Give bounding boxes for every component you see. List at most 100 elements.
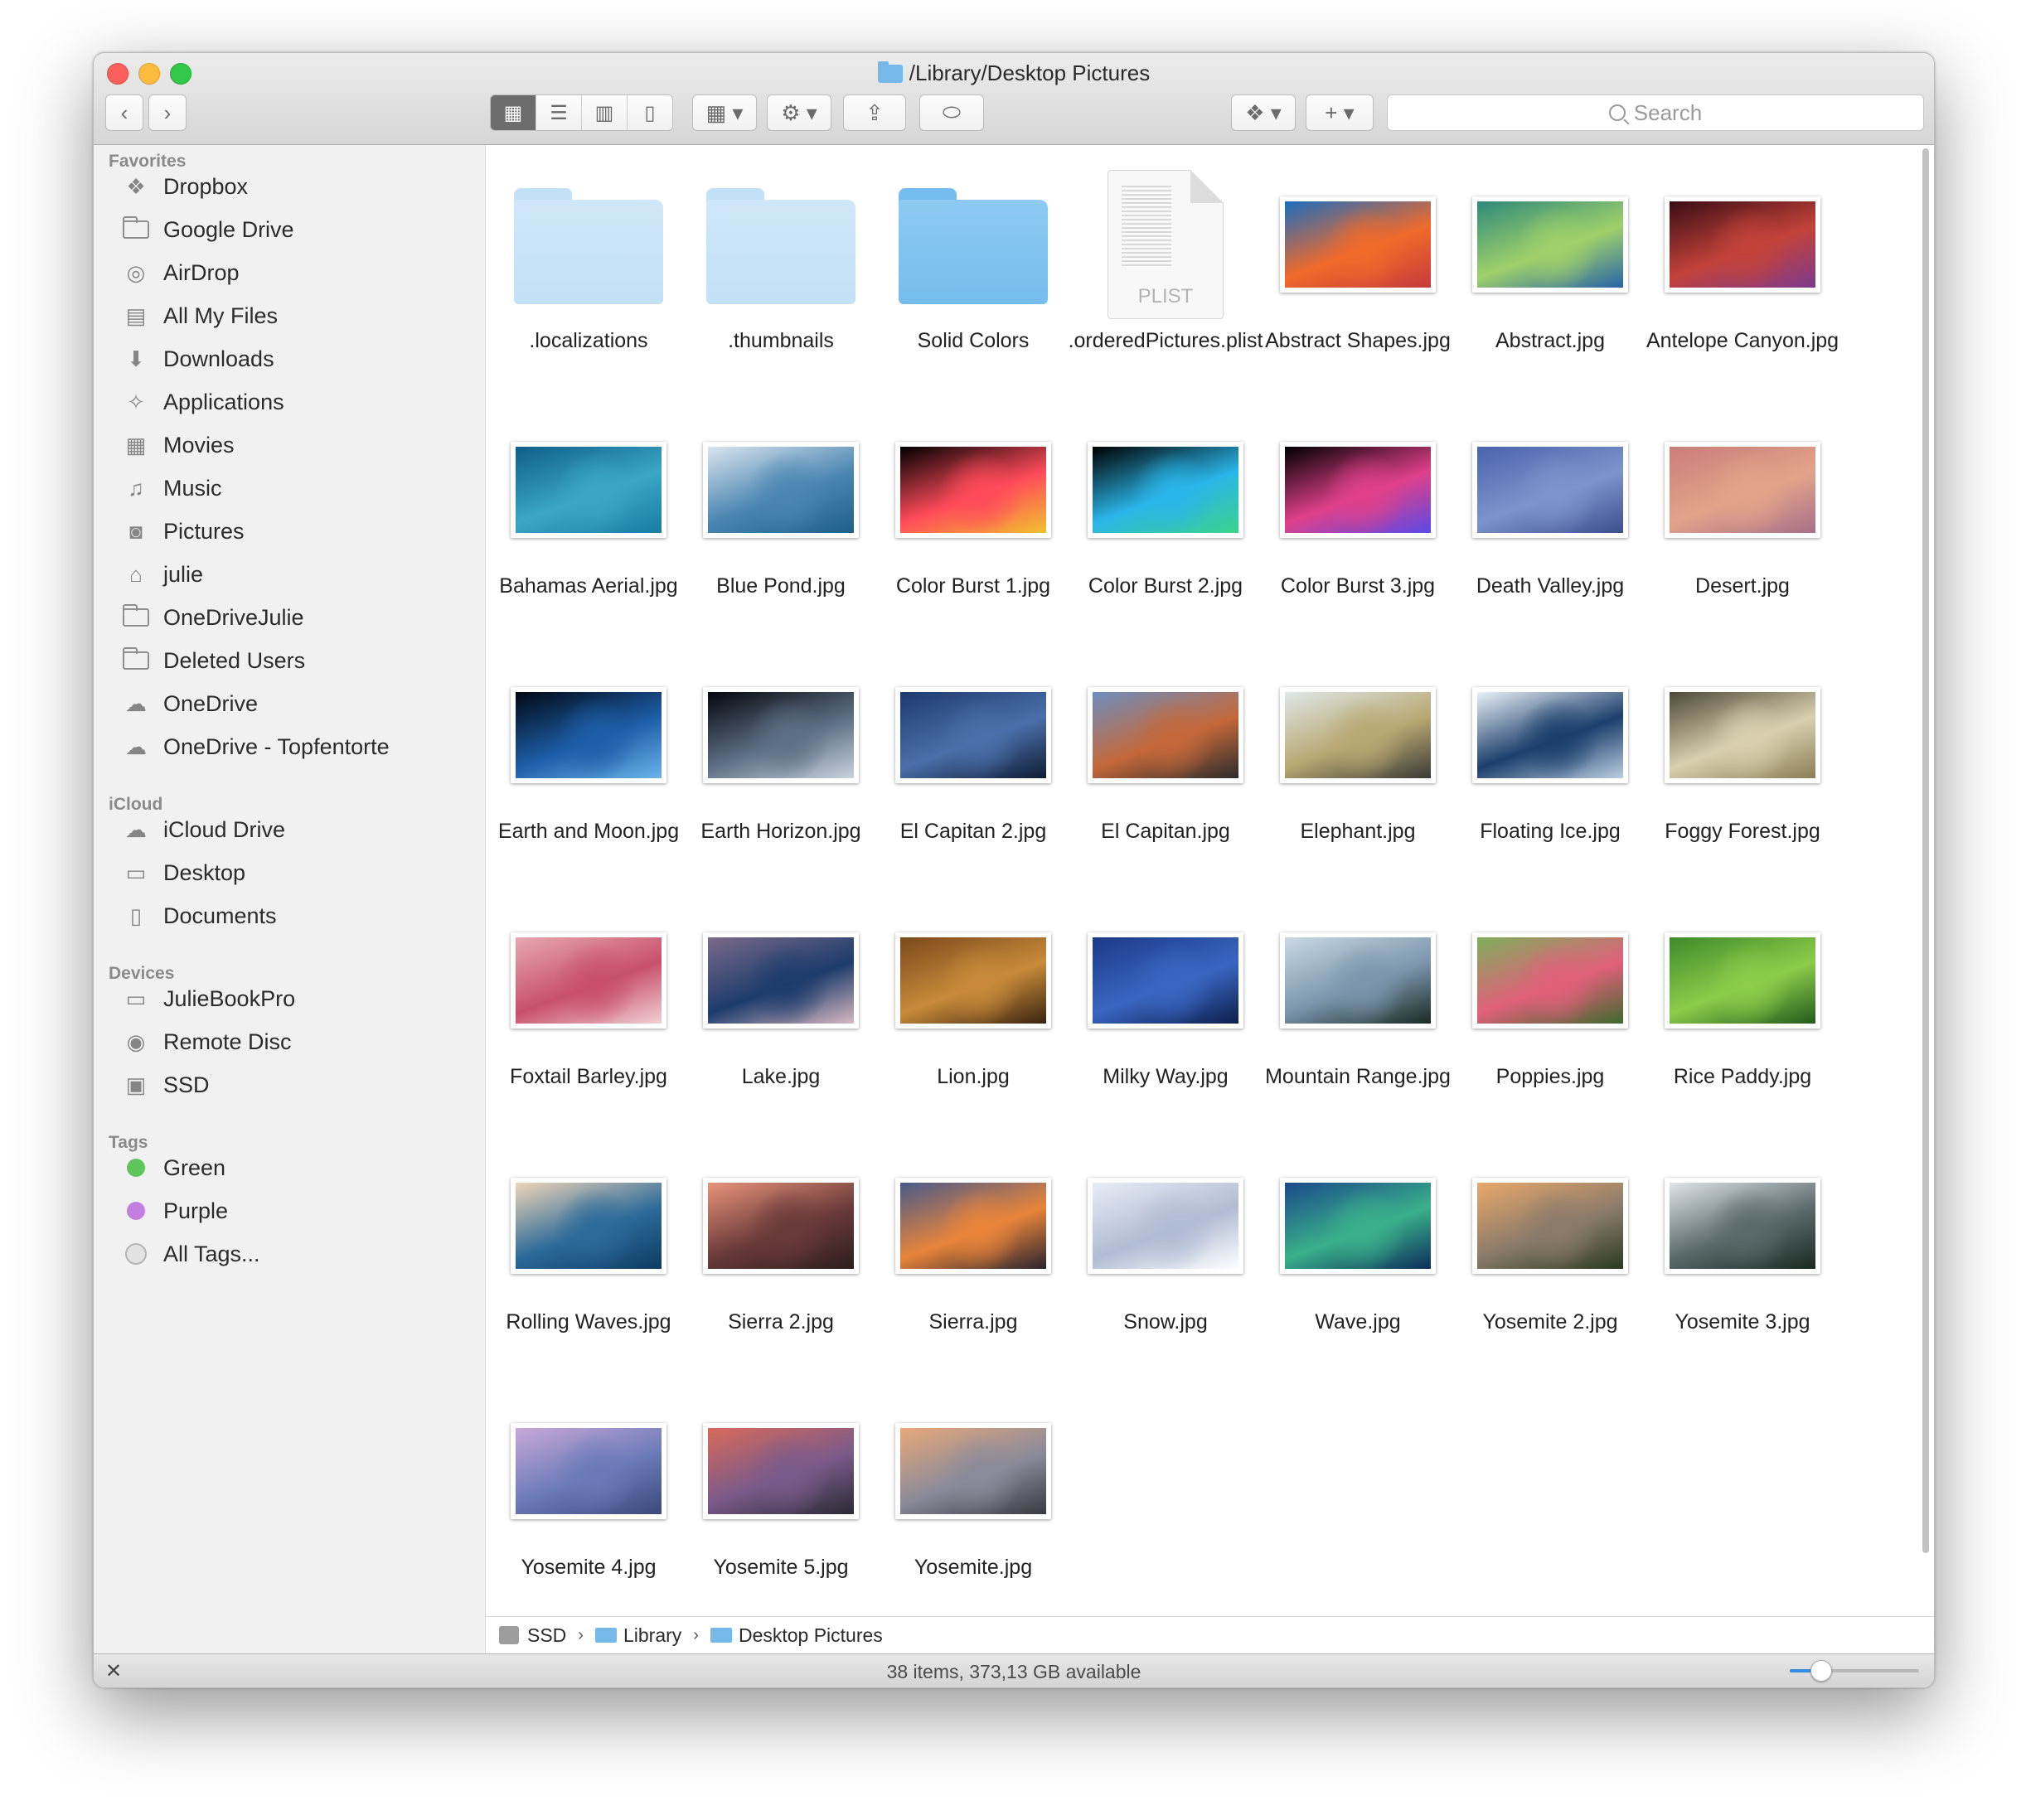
- file-name-label: Bahamas Aerial.jpg: [499, 574, 678, 598]
- document-icon: ▯: [129, 903, 143, 928]
- image-thumbnail: [1665, 442, 1820, 538]
- image-file-item[interactable]: Color Burst 1.jpg: [877, 415, 1069, 631]
- sidebar-item-dropbox[interactable]: ❖ Dropbox: [122, 170, 248, 203]
- image-file-item[interactable]: Snow.jpg: [1069, 1151, 1262, 1367]
- folder-outline-icon: [123, 216, 149, 239]
- image-file-item[interactable]: Wave.jpg: [1262, 1151, 1454, 1367]
- sidebar-item-icloud-drive[interactable]: ☁ iCloud Drive: [122, 813, 285, 846]
- sidebar-item-onedrivejulie[interactable]: OneDriveJulie: [122, 601, 304, 634]
- image-file-item[interactable]: Bahamas Aerial.jpg: [492, 415, 685, 631]
- tag-dot-icon: [125, 1243, 147, 1265]
- sidebar-item-purple[interactable]: Purple: [122, 1194, 228, 1227]
- image-file-item[interactable]: Yosemite 5.jpg: [685, 1396, 877, 1612]
- sidebar-item-all-tags[interactable]: All Tags...: [122, 1237, 260, 1271]
- sidebar-item-julie[interactable]: ⌂ julie: [122, 558, 203, 591]
- tags-button[interactable]: ⬭: [919, 94, 984, 131]
- sidebar-section-header: Tags: [109, 1133, 148, 1152]
- image-file-item[interactable]: Abstract.jpg: [1454, 170, 1646, 385]
- image-file-item[interactable]: Mountain Range.jpg: [1262, 906, 1454, 1121]
- icon-size-slider[interactable]: [1790, 1660, 1919, 1682]
- sidebar-item-label: Dropbox: [163, 173, 249, 199]
- tag-dot-icon: [127, 1202, 145, 1220]
- image-file-item[interactable]: El Capitan 2.jpg: [877, 661, 1069, 876]
- file-name-label: Death Valley.jpg: [1476, 574, 1625, 598]
- sidebar-item-documents[interactable]: ▯ Documents: [122, 899, 277, 932]
- file-name-label: Antelope Canyon.jpg: [1646, 329, 1839, 352]
- image-file-item[interactable]: Yosemite 2.jpg: [1454, 1151, 1646, 1367]
- file-name-label: Mountain Range.jpg: [1265, 1065, 1451, 1088]
- image-file-item[interactable]: Yosemite.jpg: [877, 1396, 1069, 1612]
- path-item[interactable]: SSD: [499, 1624, 566, 1647]
- image-file-item[interactable]: Earth Horizon.jpg: [685, 661, 877, 876]
- columns-icon: ▥: [594, 101, 614, 124]
- sidebar-item-remote-disc[interactable]: ◉ Remote Disc: [122, 1025, 292, 1058]
- image-file-item[interactable]: Antelope Canyon.jpg: [1646, 170, 1839, 385]
- image-file-item[interactable]: Desert.jpg: [1646, 415, 1839, 631]
- image-file-item[interactable]: Earth and Moon.jpg: [492, 661, 685, 876]
- search-field[interactable]: Search: [1387, 94, 1924, 131]
- file-name-label: Yosemite 3.jpg: [1675, 1310, 1810, 1334]
- back-button[interactable]: ‹: [105, 94, 143, 131]
- folder-item[interactable]: Solid Colors: [877, 170, 1069, 385]
- image-file-item[interactable]: Yosemite 4.jpg: [492, 1396, 685, 1612]
- sidebar-item-desktop[interactable]: ▭ Desktop: [122, 856, 245, 889]
- image-thumbnail: [1088, 932, 1243, 1029]
- new-item-button[interactable]: + ▾: [1306, 94, 1374, 131]
- column-view-button[interactable]: ▥: [582, 95, 628, 130]
- image-file-item[interactable]: Abstract Shapes.jpg: [1262, 170, 1454, 385]
- sidebar-item-green[interactable]: Green: [122, 1151, 225, 1184]
- action-button[interactable]: ⚙ ▾: [767, 94, 831, 131]
- image-thumbnail: [1280, 1178, 1436, 1274]
- forward-button[interactable]: ›: [148, 94, 187, 131]
- sidebar-item-google-drive[interactable]: Google Drive: [122, 213, 294, 246]
- list-view-button[interactable]: ☰: [536, 95, 582, 130]
- path-item[interactable]: Desktop Pictures: [710, 1624, 883, 1647]
- share-button[interactable]: ⇪: [843, 94, 906, 131]
- image-file-item[interactable]: Sierra.jpg: [877, 1151, 1069, 1367]
- sidebar-item-music[interactable]: ♫ Music: [122, 472, 221, 505]
- image-file-item[interactable]: Elephant.jpg: [1262, 661, 1454, 876]
- disc-icon: ◉: [126, 1029, 146, 1054]
- sidebar-item-movies[interactable]: ▦ Movies: [122, 428, 235, 462]
- sidebar-item-onedrive[interactable]: ☁ OneDrive: [122, 687, 258, 720]
- image-file-item[interactable]: Foxtail Barley.jpg: [492, 906, 685, 1121]
- image-file-item[interactable]: Sierra 2.jpg: [685, 1151, 877, 1367]
- image-file-item[interactable]: Lake.jpg: [685, 906, 877, 1121]
- cover-flow-button[interactable]: ▯: [628, 95, 672, 130]
- sidebar-item-downloads[interactable]: ⬇ Downloads: [122, 342, 274, 375]
- sidebar-item-onedrive-topfentorte[interactable]: ☁ OneDrive - Topfentorte: [122, 730, 390, 763]
- sidebar-item-pictures[interactable]: ◙ Pictures: [122, 515, 244, 548]
- image-file-item[interactable]: Foggy Forest.jpg: [1646, 661, 1839, 876]
- image-file-item[interactable]: Death Valley.jpg: [1454, 415, 1646, 631]
- sidebar-item-deleted-users[interactable]: Deleted Users: [122, 644, 305, 677]
- image-thumbnail: [703, 442, 859, 538]
- path-item[interactable]: Library: [594, 1624, 681, 1647]
- sidebar-item-applications[interactable]: ✧ Applications: [122, 385, 284, 419]
- image-file-item[interactable]: Lion.jpg: [877, 906, 1069, 1121]
- file-item[interactable]: PLIST .orderedPictures.plist: [1069, 170, 1263, 385]
- image-file-item[interactable]: Rice Paddy.jpg: [1646, 906, 1839, 1121]
- window-title-text: /Library/Desktop Pictures: [909, 61, 1151, 85]
- image-file-item[interactable]: El Capitan.jpg: [1069, 661, 1262, 876]
- dropbox-menu-button[interactable]: ❖ ▾: [1231, 94, 1296, 131]
- image-file-item[interactable]: Blue Pond.jpg: [685, 415, 877, 631]
- folder-item[interactable]: .thumbnails: [685, 170, 877, 385]
- sidebar-item-airdrop[interactable]: ◎ AirDrop: [122, 256, 240, 289]
- file-name-label: Yosemite 5.jpg: [713, 1556, 849, 1579]
- folder-item[interactable]: .localizations: [492, 170, 685, 385]
- image-file-item[interactable]: Milky Way.jpg: [1069, 906, 1262, 1121]
- file-name-label: Color Burst 1.jpg: [895, 574, 1051, 598]
- image-file-item[interactable]: Yosemite 3.jpg: [1646, 1151, 1839, 1367]
- image-file-item[interactable]: Floating Ice.jpg: [1454, 661, 1646, 876]
- sidebar-item-all-my-files[interactable]: ▤ All My Files: [122, 299, 278, 332]
- arrange-button[interactable]: ▦ ▾: [692, 94, 757, 131]
- icon-view-button[interactable]: ▦: [491, 95, 536, 130]
- vertical-scrollbar[interactable]: [1922, 148, 1929, 1553]
- sidebar-item-ssd[interactable]: ▣ SSD: [122, 1068, 210, 1101]
- image-file-item[interactable]: Poppies.jpg: [1454, 906, 1646, 1121]
- sidebar-item-juliebookpro[interactable]: ▭ JulieBookPro: [122, 982, 295, 1015]
- image-file-item[interactable]: Rolling Waves.jpg: [492, 1151, 685, 1367]
- image-file-item[interactable]: Color Burst 3.jpg: [1262, 415, 1454, 631]
- image-file-item[interactable]: Color Burst 2.jpg: [1069, 415, 1262, 631]
- file-name-label: El Capitan.jpg: [1101, 820, 1230, 843]
